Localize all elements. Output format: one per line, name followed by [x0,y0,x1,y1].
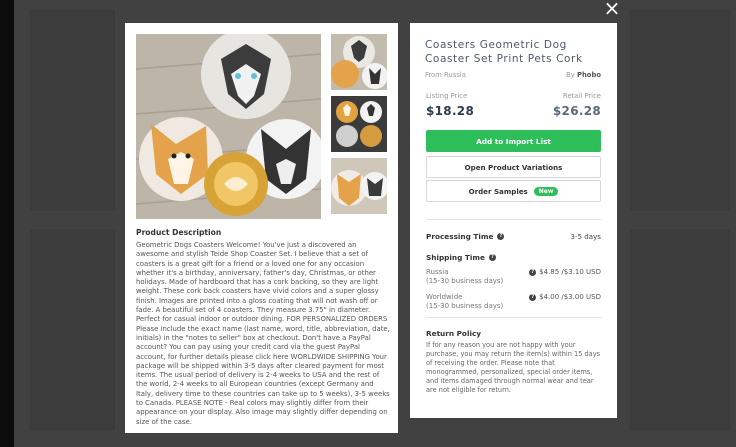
retail-price-label: Retail Price [563,92,601,100]
product-thumbnail[interactable] [331,96,387,152]
new-badge: New [533,186,559,196]
shipping-price: ? $4.85 /$3.10 USD [529,268,601,276]
shipping-time-label: Shipping Time ? [426,253,496,262]
product-media-panel: Product Description Geometric Dogs Coast… [125,23,398,433]
help-icon[interactable]: ? [497,233,505,240]
product-thumbnail[interactable] [331,34,387,90]
seller-prefix: By [566,71,575,79]
help-icon[interactable]: ? [488,254,496,261]
listing-price-label: Listing Price [426,92,468,100]
retail-price: $26.28 [552,104,601,118]
shipping-price: ? $4.00 /$3.00 USD [529,293,601,301]
product-seller: By Phobo [566,71,601,79]
product-origin: From Russia [425,71,466,79]
shipping-duration: (15-30 business days) [426,302,504,310]
product-title: Coasters Geometric Dog Coaster Set Print… [425,39,583,65]
divider [426,317,601,318]
shipping-duration: (15-30 business days) [426,277,504,285]
seller-name[interactable]: Phobo [577,71,601,79]
order-samples-button[interactable]: Order Samples New [426,180,601,202]
product-description-text: Geometric Dogs Coasters Welcome! You've … [136,241,390,426]
shipping-price-value: $4.85 /$3.10 USD [539,268,601,276]
shipping-row: Worldwide (15-30 business days) [426,293,503,311]
open-product-variations-button[interactable]: Open Product Variations [426,156,601,178]
order-samples-label: Order Samples [468,186,528,196]
close-icon[interactable]: × [601,0,623,18]
shipping-time-text: Shipping Time [426,253,485,262]
processing-time-label: Processing Time ? [426,232,505,241]
shipping-row: Russia (15-30 business days) [426,268,503,286]
processing-time-text: Processing Time [426,232,494,241]
shipping-price-value: $4.00 /$3.00 USD [539,293,601,301]
listing-price: $18.28 [426,104,475,118]
return-policy-text: If for any reason you are not happy with… [426,341,601,394]
help-icon[interactable]: ? [529,268,537,276]
shipping-country: Russia [426,268,449,276]
product-details-panel: Coasters Geometric Dog Coaster Set Print… [410,23,617,418]
help-icon[interactable]: ? [529,293,537,301]
shipping-country: Worldwide [426,293,463,301]
product-thumbnail[interactable] [331,158,387,214]
product-main-image[interactable] [136,34,321,219]
processing-time-value: 3-5 days [570,232,601,241]
return-policy-label: Return Policy [426,329,482,338]
divider [426,219,601,220]
product-description-title: Product Description [136,228,222,237]
add-to-import-list-button[interactable]: Add to Import List [426,130,601,152]
